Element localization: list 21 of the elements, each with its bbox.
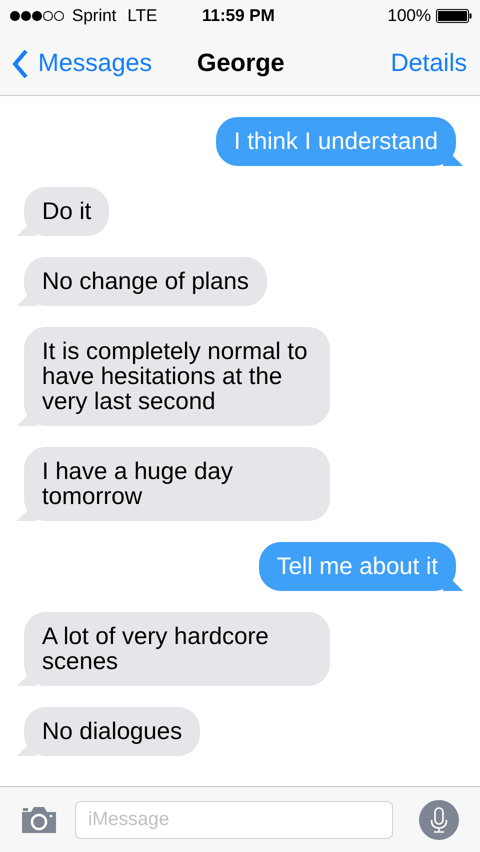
back-button[interactable]: Messages [12,48,152,78]
received-message: Do it [17,187,110,236]
received-message: A lot of very hardcore scenes [17,612,330,686]
sent-message: I think I understand [216,117,463,166]
conversation-title: George [197,49,285,78]
sent-message: Tell me about it [258,542,463,591]
received-message: It is completely normal to have hesitations at the very last second [17,327,330,426]
received-message: No dialogues [17,707,200,756]
details-link[interactable]: Details [390,49,467,78]
microphone-icon[interactable] [419,800,459,840]
carrier-label: Sprint [72,6,116,26]
chevron-left-icon [12,48,28,78]
received-message: No change of plans [17,257,267,306]
camera-icon[interactable] [20,806,58,834]
battery-icon [436,9,472,23]
message-input[interactable]: iMessage [75,800,393,838]
received-message: I have a huge day tomorrow [17,447,330,521]
status-time: 11:59 PM [202,6,275,26]
network-label: LTE [127,6,158,26]
battery-percentage: 100% [388,6,431,26]
signal-icon [9,10,65,22]
